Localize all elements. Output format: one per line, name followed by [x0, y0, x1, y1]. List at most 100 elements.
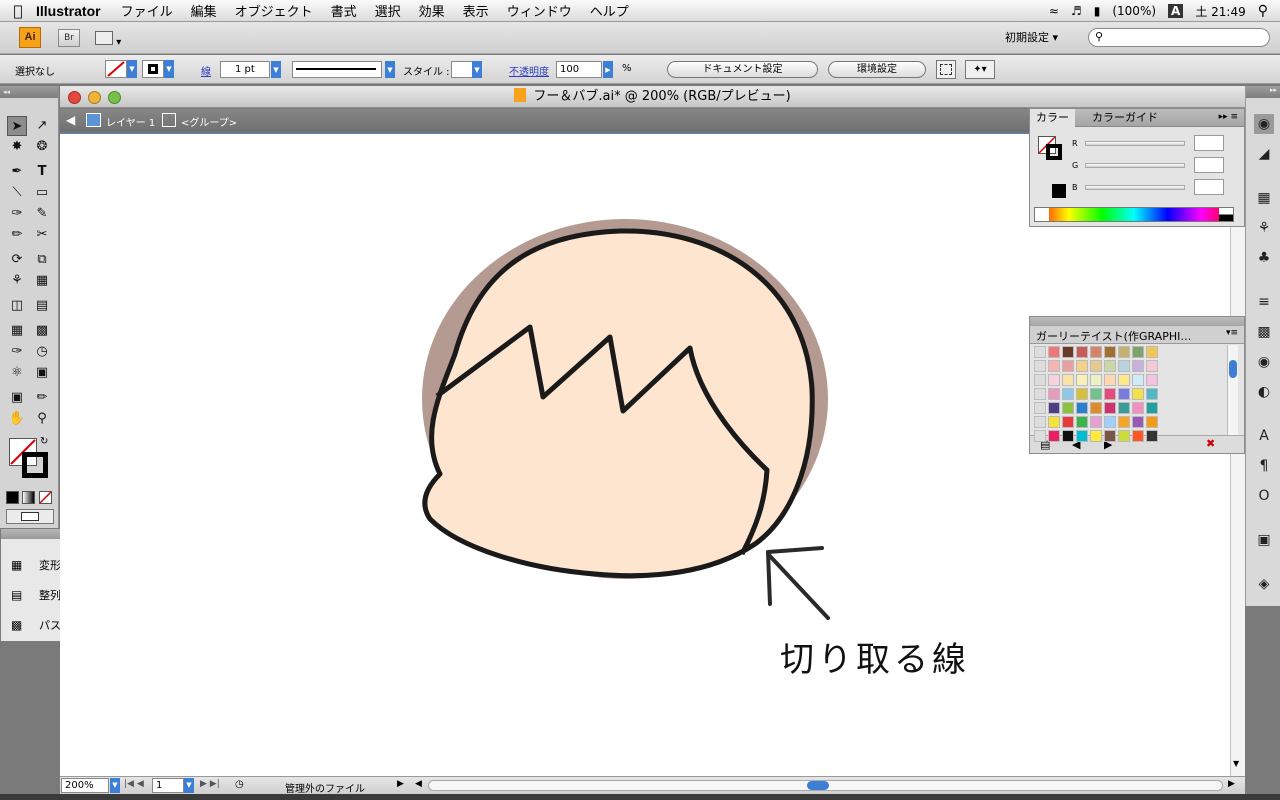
search-input[interactable]: ⚲ [1088, 28, 1270, 47]
swatch[interactable] [1118, 360, 1130, 372]
status-menu-arrow-icon[interactable]: ▶ [397, 779, 404, 789]
swap-colors-icon[interactable]: ↻ [40, 436, 48, 447]
breadcrumb-group[interactable]: <グループ> [181, 114, 237, 129]
spectrum-none-icon[interactable] [1035, 208, 1049, 221]
swatch-scrollbar[interactable] [1227, 345, 1238, 435]
stroke-swatch[interactable] [142, 60, 164, 78]
scroll-right-arrow-icon[interactable]: ▶ [1228, 779, 1235, 789]
artboard-number-field[interactable]: 1 [152, 778, 184, 793]
swatch[interactable] [1090, 360, 1102, 372]
artboards-panel-icon[interactable]: ▣ [1254, 530, 1274, 550]
live-paint-selection-tool-icon[interactable]: ▣ [32, 363, 52, 383]
dock-header[interactable]: ▸▸ [1246, 86, 1280, 98]
direct-selection-tool-icon[interactable]: ↗ [32, 116, 52, 136]
menu-select[interactable]: 選択 [375, 1, 401, 20]
swatch[interactable] [1062, 346, 1074, 358]
horizontal-scrollbar[interactable] [428, 780, 1223, 791]
stroke-weight-dropdown[interactable]: ▼ [271, 61, 281, 78]
fill-swatch[interactable] [105, 60, 127, 78]
swatch[interactable] [1090, 388, 1102, 400]
gradient-mode-button[interactable] [22, 491, 35, 504]
swatch[interactable] [1146, 360, 1158, 372]
brushes-panel-icon[interactable]: ⚘ [1254, 218, 1274, 238]
hand-tool-icon[interactable]: ✋ [7, 409, 27, 429]
isolate-group-button[interactable] [936, 60, 956, 79]
swatch[interactable] [1118, 374, 1130, 386]
blend-tool-icon[interactable]: ◷ [32, 342, 52, 362]
swatch[interactable] [1132, 374, 1144, 386]
pencil-tool-icon[interactable]: ✎ [32, 204, 52, 224]
workspace-switcher[interactable]: 初期設定 ▾ [1005, 29, 1075, 47]
tools-panel-header[interactable]: ◂◂ [0, 86, 58, 98]
swatch[interactable] [1146, 402, 1158, 414]
gradient-tool-icon[interactable]: ▩ [32, 321, 52, 341]
swatch[interactable] [1076, 430, 1088, 442]
swatch[interactable] [1048, 402, 1060, 414]
g-value-field[interactable] [1194, 157, 1224, 173]
tab-color-guide[interactable]: カラーガイド [1086, 109, 1164, 127]
color-stroke-swatch[interactable] [1046, 144, 1062, 160]
swatch[interactable] [1132, 388, 1144, 400]
zoom-tool-icon[interactable]: ⚲ [32, 409, 52, 429]
scissors-tool-icon[interactable]: ✂ [32, 225, 52, 245]
swatch[interactable] [1118, 430, 1130, 442]
free-transform-tool-icon[interactable]: ▦ [32, 271, 52, 291]
swatch[interactable] [1048, 374, 1060, 386]
zoom-field[interactable]: 200% [61, 778, 109, 793]
swatch-library-title[interactable]: ガーリーテイスト(作GRAPHI… [1036, 328, 1191, 344]
swatch[interactable] [1104, 430, 1116, 442]
swatch[interactable] [1048, 360, 1060, 372]
input-method-icon[interactable]: A [1168, 4, 1184, 18]
opacity-field[interactable]: 100 [556, 61, 602, 78]
menu-edit[interactable]: 編集 [191, 1, 217, 20]
swatch[interactable] [1118, 388, 1130, 400]
swatch[interactable] [1146, 388, 1158, 400]
swatch-panel-header[interactable] [1030, 317, 1244, 326]
rectangle-tool-icon[interactable]: ▭ [32, 183, 52, 203]
bridge-button[interactable]: Br [58, 29, 80, 47]
pen-tool-icon[interactable]: ✒ [7, 162, 27, 182]
swatch[interactable] [1118, 346, 1130, 358]
swatch[interactable] [1048, 388, 1060, 400]
status-info[interactable]: 管理外のファイル [285, 780, 365, 795]
zoom-dropdown[interactable]: ▼ [110, 778, 120, 793]
symbol-sprayer-tool-icon[interactable]: ◫ [7, 296, 27, 316]
swatch[interactable] [1132, 416, 1144, 428]
swatch[interactable] [1076, 402, 1088, 414]
swatch[interactable] [1104, 402, 1116, 414]
vertical-scrollbar[interactable]: ▼ [1230, 134, 1245, 776]
swatch[interactable] [1076, 346, 1088, 358]
swatch[interactable] [1090, 374, 1102, 386]
eyedropper-tool-icon[interactable]: ✑ [7, 342, 27, 362]
column-graph-tool-icon[interactable]: ▤ [32, 296, 52, 316]
last-color-swatch[interactable] [1052, 184, 1066, 198]
opacity-panel-link[interactable]: 不透明度 [509, 63, 549, 78]
swatch[interactable] [1090, 416, 1102, 428]
lasso-tool-icon[interactable]: ❂ [32, 137, 52, 157]
swatch[interactable] [1104, 360, 1116, 372]
opentype-panel-icon[interactable]: O [1254, 486, 1274, 506]
swatch[interactable] [1076, 374, 1088, 386]
first-artboard-icon[interactable]: |◀ ◀ [124, 779, 144, 789]
graphic-style-dropdown[interactable]: ▼ [472, 61, 482, 78]
swatch[interactable] [1146, 430, 1158, 442]
selection-tool-icon[interactable]: ➤ [7, 116, 27, 136]
character-panel-icon[interactable]: A [1254, 426, 1274, 446]
swatch[interactable] [1118, 402, 1130, 414]
gradient-panel-icon[interactable]: ▩ [1254, 322, 1274, 342]
tab-color[interactable]: カラー [1030, 109, 1075, 127]
artboard-canvas[interactable]: 切り取る線 [60, 134, 1230, 776]
stroke-panel-link[interactable]: 線 [201, 63, 211, 78]
swatch[interactable] [1062, 388, 1074, 400]
fill-dropdown[interactable]: ▼ [127, 60, 137, 78]
swatch[interactable] [1132, 346, 1144, 358]
paragraph-panel-icon[interactable]: ¶ [1254, 456, 1274, 476]
swatch[interactable] [1090, 402, 1102, 414]
spotlight-icon[interactable]: ⚲ [1258, 3, 1268, 19]
menu-app-name[interactable]: Illustrator [36, 3, 101, 19]
graphic-style-swatch[interactable] [451, 61, 473, 78]
panel-menu-icon[interactable]: ▸▸ ≡ [1219, 112, 1238, 122]
swatch[interactable] [1146, 374, 1158, 386]
appearance-panel-icon[interactable]: ◐ [1254, 382, 1274, 402]
r-value-field[interactable] [1194, 135, 1224, 151]
